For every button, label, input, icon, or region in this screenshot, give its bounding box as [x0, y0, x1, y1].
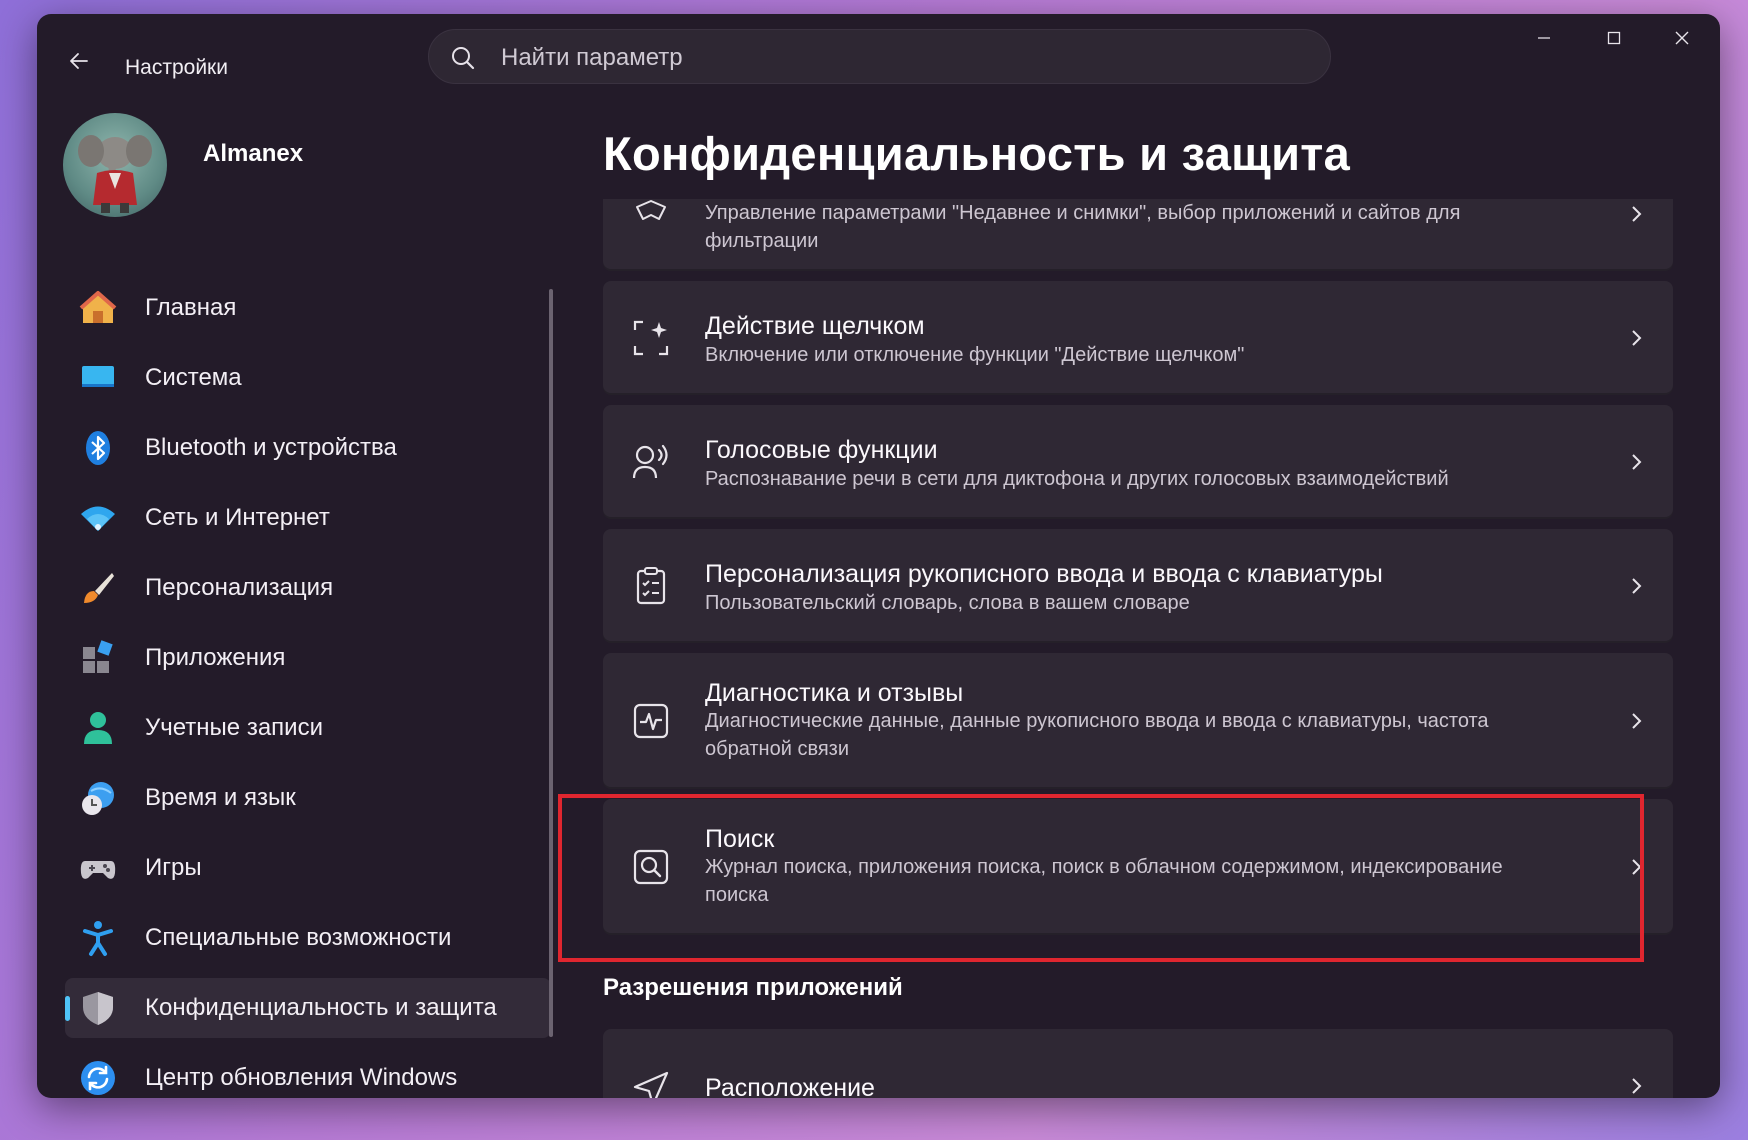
sidebar-scrollbar[interactable] [549, 289, 553, 1037]
settings-card-speech[interactable]: Голосовые функции Распознавание речи в с… [603, 405, 1673, 519]
shield-icon [83, 992, 113, 1025]
card-description: Журнал поиска, приложения поиска, поиск … [705, 856, 1503, 906]
back-button[interactable] [59, 41, 99, 81]
search-box[interactable] [428, 29, 1331, 84]
card-description: Распознавание речи в сети для диктофона … [705, 468, 1449, 490]
sidebar-item-accessibility[interactable]: Специальные возможности [65, 908, 551, 968]
sidebar-item-label: Персонализация [145, 574, 334, 601]
app-title: Настройки [125, 56, 228, 79]
chevron-right-icon [1632, 206, 1642, 222]
settings-card-search-permissions[interactable]: Поиск Журнал поиска, приложения поиска, … [603, 799, 1673, 935]
sidebar-item-label: Приложения [145, 644, 286, 671]
apps-icon [83, 640, 113, 673]
wifi-icon [81, 506, 115, 531]
back-arrow-icon [70, 53, 88, 69]
gamepad-icon [80, 861, 116, 879]
minimize-button[interactable] [1509, 14, 1579, 62]
sidebar-item-label: Учетные записи [145, 714, 323, 741]
sidebar-item-system[interactable]: Система [65, 348, 551, 408]
sidebar-item-label: Время и язык [145, 784, 296, 811]
sidebar-item-label: Главная [145, 294, 237, 321]
card-title: Действие щелчком [705, 312, 925, 340]
sidebar-item-label: Bluetooth и устройства [145, 434, 397, 461]
time-language-icon [82, 782, 114, 815]
close-icon [1675, 31, 1689, 45]
chevron-right-icon [1632, 454, 1642, 470]
location-icon [633, 1071, 669, 1098]
sidebar-item-label: Система [145, 364, 242, 391]
sidebar-item-time-language[interactable]: Время и язык [65, 768, 551, 828]
section-heading: Разрешения приложений [603, 974, 903, 1001]
accessibility-icon [83, 921, 113, 956]
avatar[interactable] [63, 113, 167, 217]
sidebar-item-label: Конфиденциальность и защита [145, 994, 497, 1021]
search-input[interactable] [499, 38, 1283, 78]
sidebar-item-label: Игры [145, 854, 202, 881]
settings-card-inking-typing[interactable]: Персонализация рукописного ввода и ввода… [603, 529, 1673, 643]
chevron-right-icon [1632, 330, 1642, 346]
card-title: Диагностика и отзывы [705, 679, 964, 707]
chevron-right-icon [1632, 1078, 1642, 1094]
settings-card-click-to-do[interactable]: Действие щелчком Включение или отключени… [603, 281, 1673, 395]
maximize-icon [1607, 31, 1621, 45]
card-description: Включение или отключение функции "Действ… [705, 344, 1245, 366]
update-icon [81, 1061, 115, 1095]
sidebar-item-privacy[interactable]: Конфиденциальность и защита [65, 978, 551, 1038]
close-button[interactable] [1647, 14, 1717, 62]
recall-icon [636, 200, 666, 220]
account-icon [84, 712, 112, 744]
sidebar-item-network[interactable]: Сеть и Интернет [65, 488, 551, 548]
user-name: Almanex [203, 140, 304, 167]
card-title: Персонализация рукописного ввода и ввода… [705, 560, 1383, 588]
card-title: Поиск [705, 825, 775, 853]
system-icon [82, 366, 114, 387]
settings-card-location[interactable]: Расположение [603, 1029, 1673, 1098]
chevron-right-icon [1632, 859, 1642, 875]
speech-icon [632, 444, 668, 479]
sidebar-item-gaming[interactable]: Игры [65, 838, 551, 898]
title-bar: Настройки [37, 14, 1720, 98]
brush-icon [84, 573, 114, 603]
diagnostics-icon [633, 703, 669, 739]
sidebar-item-personalization[interactable]: Персонализация [65, 558, 551, 618]
sidebar-nav: Главная Система Bluetooth и устройства С… [65, 278, 551, 1098]
active-indicator [65, 996, 70, 1021]
maximize-button[interactable] [1579, 14, 1649, 62]
settings-card-recall[interactable]: Управление параметрами "Недавнее и снимк… [603, 199, 1673, 271]
bluetooth-icon [86, 431, 110, 465]
elephant-avatar-icon [78, 135, 152, 213]
chevron-right-icon [1632, 713, 1642, 729]
sidebar-item-label: Сеть и Интернет [145, 504, 330, 531]
search-icon [452, 47, 475, 70]
card-title: Расположение [705, 1074, 875, 1098]
sidebar-item-label: Центр обновления Windows [145, 1064, 458, 1091]
card-description: Пользовательский словарь, слова в вашем … [705, 592, 1190, 614]
sidebar-item-apps[interactable]: Приложения [65, 628, 551, 688]
card-description: Управление параметрами "Недавнее и снимк… [705, 202, 1461, 252]
search-permissions-icon [633, 849, 669, 885]
sidebar-item-accounts[interactable]: Учетные записи [65, 698, 551, 758]
settings-window: Настройки Найти параметр Almanex Главная… [37, 14, 1720, 1098]
minimize-icon [1538, 37, 1550, 39]
sidebar-item-home[interactable]: Главная [65, 278, 551, 338]
sidebar-item-windows-update[interactable]: Центр обновления Windows [65, 1048, 551, 1098]
chevron-right-icon [1632, 578, 1642, 594]
clipboard-icon [636, 567, 666, 605]
sidebar-item-bluetooth[interactable]: Bluetooth и устройства [65, 418, 551, 478]
click-to-do-icon [633, 320, 669, 356]
page-title: Конфиденциальность и защита [603, 127, 1351, 180]
card-title: Голосовые функции [705, 436, 938, 464]
card-description: Диагностические данные, данные рукописно… [705, 710, 1489, 760]
sidebar-item-label: Специальные возможности [145, 924, 452, 951]
settings-card-diagnostics[interactable]: Диагностика и отзывы Диагностические дан… [603, 653, 1673, 789]
home-icon [79, 291, 117, 323]
content-scroll-area[interactable]: Управление параметрами "Недавнее и снимк… [603, 199, 1720, 1098]
